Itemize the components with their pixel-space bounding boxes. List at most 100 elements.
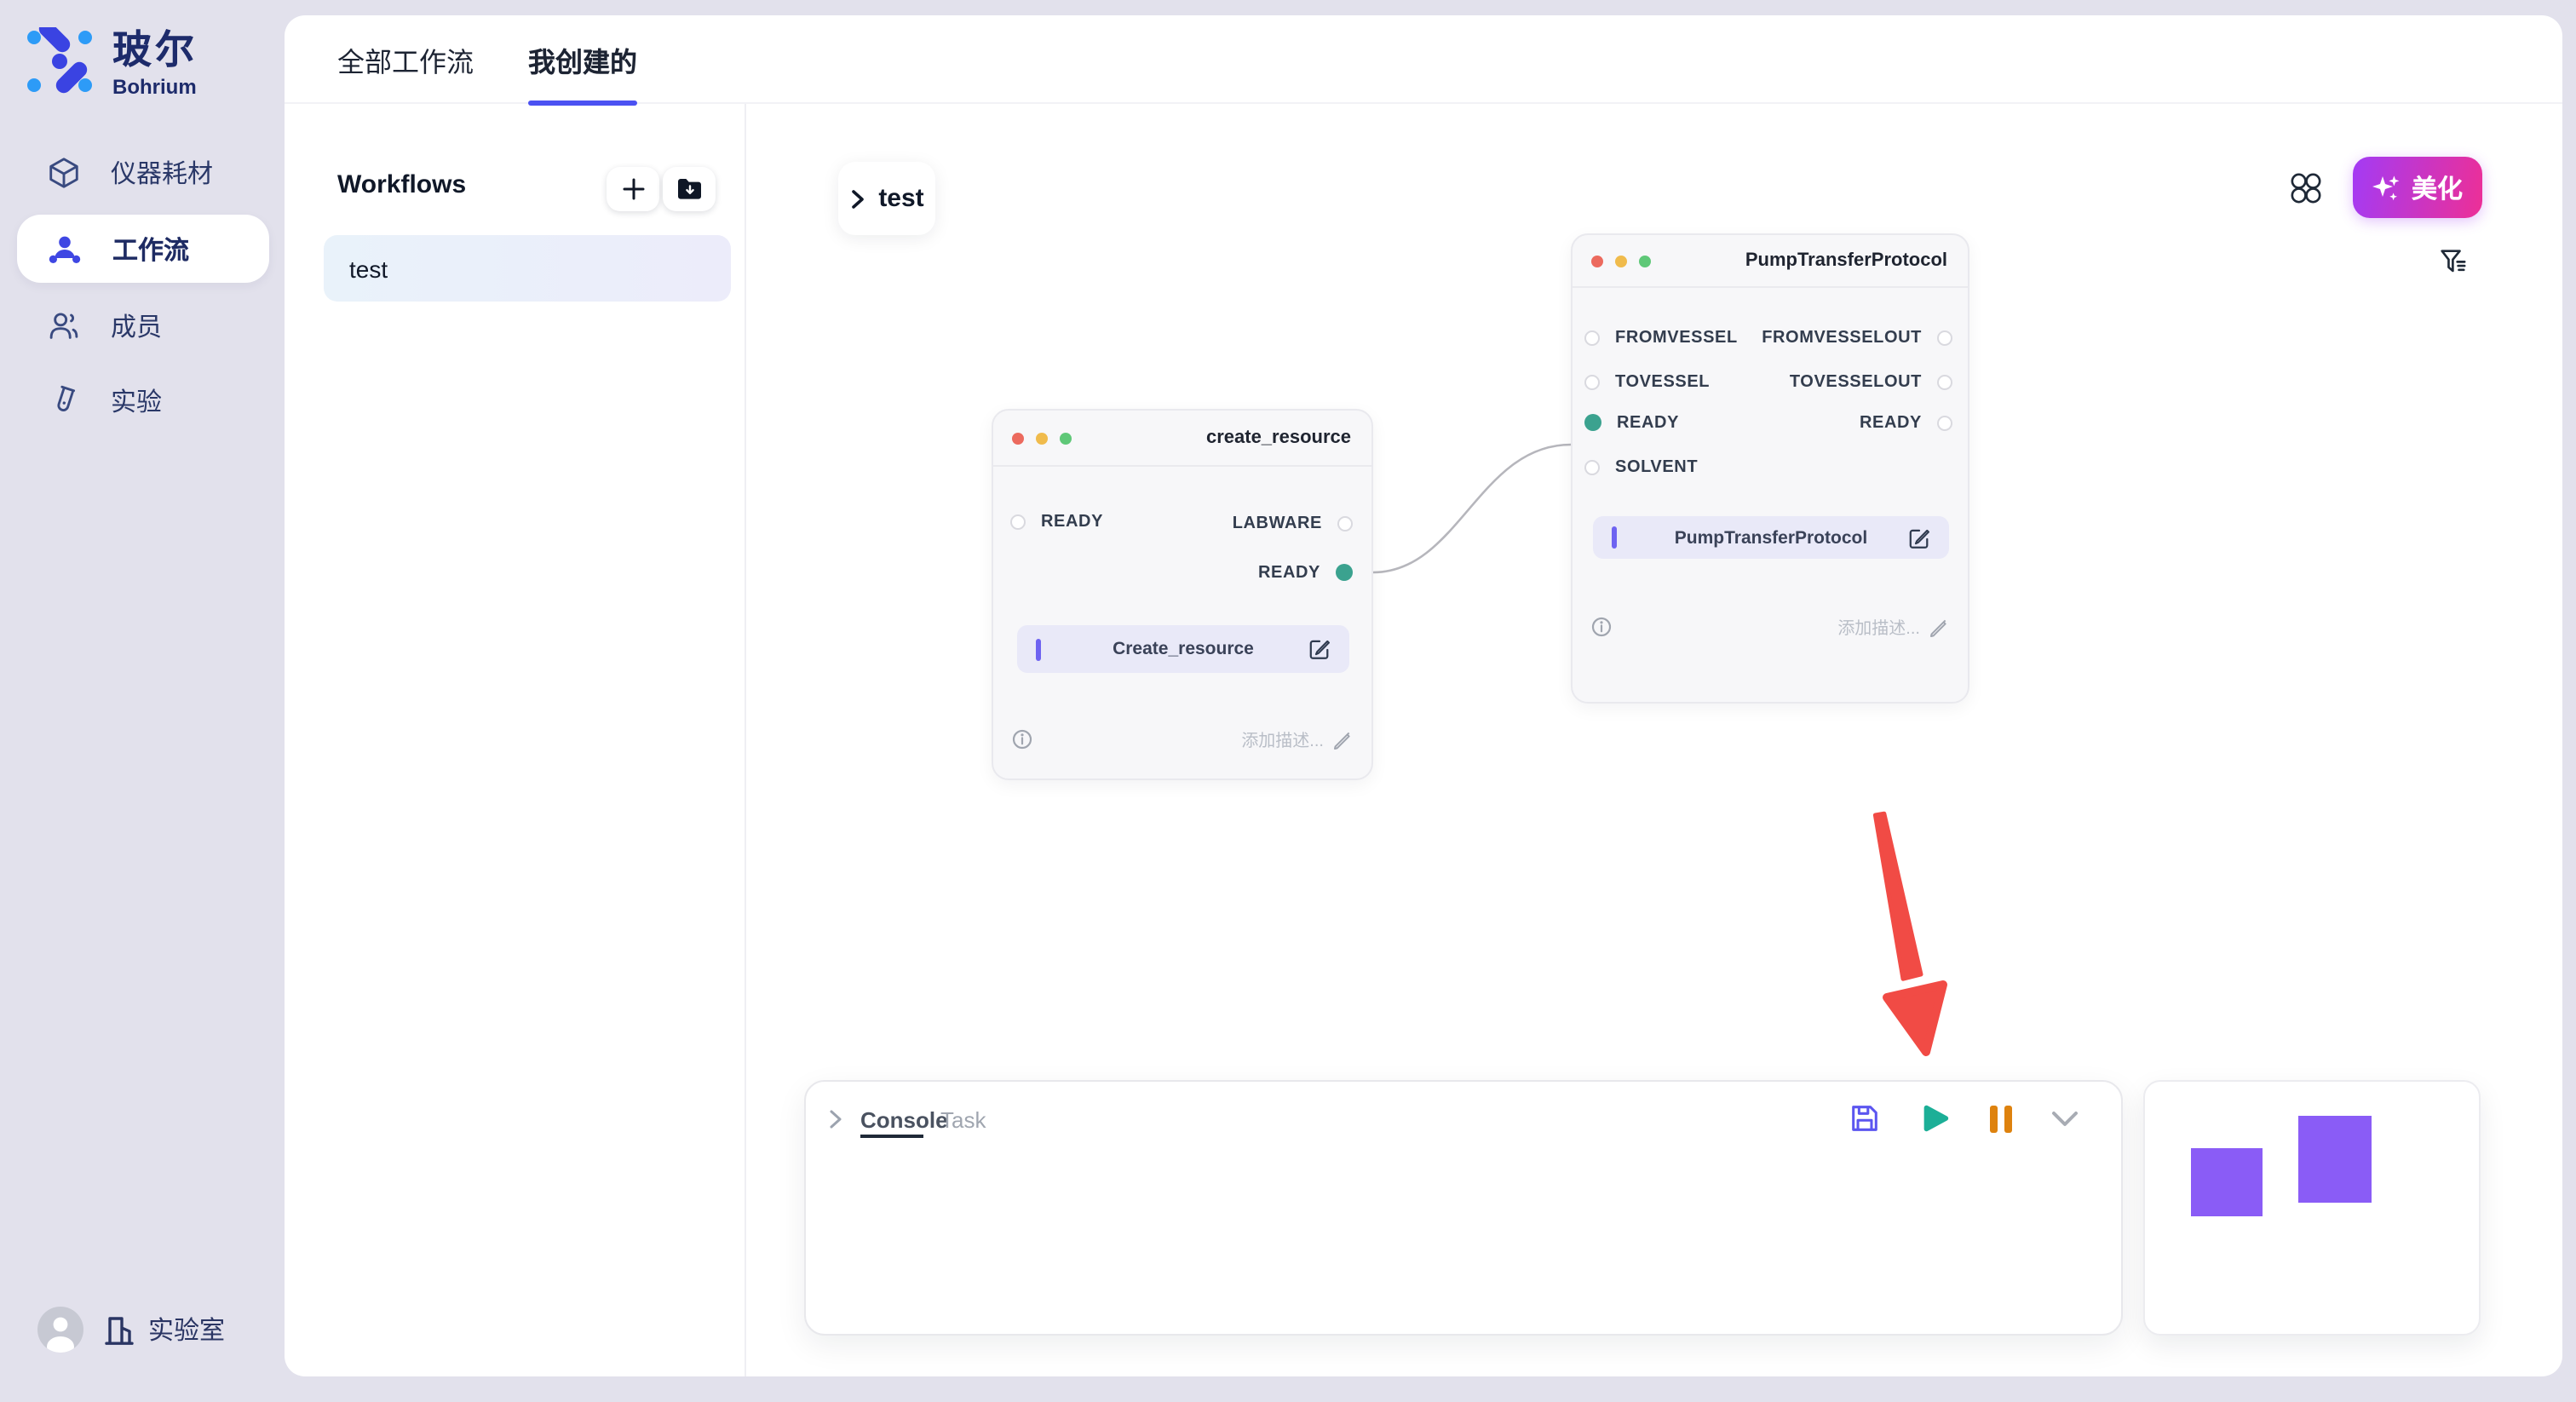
node-action-button[interactable]: PumpTransferProtocol bbox=[1593, 516, 1949, 559]
port-output-tovesselout[interactable]: TOVESSELOUT bbox=[1790, 371, 1952, 392]
edge-connection bbox=[1373, 445, 1571, 572]
description-placeholder[interactable]: 添加描述... bbox=[1837, 613, 1949, 639]
chevron-down-icon bbox=[2051, 1110, 2079, 1127]
filter-button[interactable] bbox=[2438, 247, 2467, 276]
expand-chevron-icon[interactable] bbox=[828, 1109, 843, 1129]
info-icon[interactable] bbox=[1591, 616, 1612, 636]
minimap-node bbox=[2298, 1116, 2372, 1203]
port-input-tovessel[interactable]: TOVESSEL bbox=[1584, 371, 1710, 392]
play-icon bbox=[1918, 1102, 1951, 1135]
pause-button[interactable] bbox=[1988, 1103, 2014, 1134]
workflow-tabbar: 全部工作流 我创建的 bbox=[285, 15, 2562, 104]
node-header[interactable]: PumpTransferProtocol bbox=[1573, 235, 1968, 288]
port-dot[interactable] bbox=[1937, 330, 1952, 345]
panel-divider bbox=[745, 104, 746, 1376]
collapse-button[interactable] bbox=[2051, 1110, 2079, 1127]
beautify-button[interactable]: 美化 bbox=[2353, 157, 2482, 218]
traffic-green bbox=[1639, 256, 1651, 267]
node-pump-transfer-protocol[interactable]: PumpTransferProtocol FROMVESSEL TOVESSEL… bbox=[1571, 233, 1969, 704]
description-placeholder[interactable]: 添加描述... bbox=[1241, 726, 1353, 751]
port-input-fromvessel[interactable]: FROMVESSEL bbox=[1584, 327, 1738, 348]
traffic-yellow bbox=[1036, 433, 1048, 445]
app-window: 玻尔 Bohrium 仪器耗材 工作流 bbox=[0, 0, 2576, 1402]
test-tube-icon bbox=[46, 382, 82, 418]
task-tab[interactable]: Task bbox=[940, 1107, 986, 1133]
node-footer: 添加描述... bbox=[1591, 613, 1949, 639]
node-footer: 添加描述... bbox=[1012, 726, 1353, 751]
pencil-icon bbox=[1332, 728, 1353, 749]
console-tab[interactable]: Console bbox=[860, 1107, 948, 1133]
sidebar-item-experiments[interactable]: 实验 bbox=[0, 366, 286, 434]
sparkles-icon bbox=[2372, 173, 2401, 202]
import-folder-button[interactable] bbox=[663, 167, 716, 211]
breadcrumb-chip[interactable]: test bbox=[838, 162, 935, 235]
person-icon bbox=[37, 1307, 83, 1353]
save-button[interactable] bbox=[1849, 1102, 1881, 1135]
port-input-ready[interactable]: READY bbox=[1584, 412, 1679, 433]
workflow-list-item[interactable]: test bbox=[324, 235, 731, 302]
port-dot[interactable] bbox=[1937, 415, 1952, 430]
port-output-fromvesselout[interactable]: FROMVESSELOUT bbox=[1762, 327, 1952, 348]
pencil-icon bbox=[1929, 616, 1949, 636]
traffic-red bbox=[1591, 256, 1603, 267]
sidebar-item-workflow[interactable]: 工作流 bbox=[17, 215, 269, 283]
port-dot[interactable] bbox=[1937, 374, 1952, 389]
sidebar-item-label: 仪器耗材 bbox=[111, 154, 213, 190]
node-header[interactable]: create_resource bbox=[993, 411, 1371, 467]
edit-icon[interactable] bbox=[1908, 526, 1930, 549]
bohrium-logo-icon bbox=[26, 27, 94, 95]
traffic-lights bbox=[1591, 256, 1651, 267]
port-output-ready[interactable]: READY bbox=[1860, 412, 1952, 433]
port-output-labware[interactable]: LABWARE bbox=[1233, 513, 1353, 533]
sidebar-item-label: 成员 bbox=[111, 307, 162, 343]
lab-label: 实验室 bbox=[148, 1312, 225, 1347]
node-create-resource[interactable]: create_resource READY LABWARE READY Crea… bbox=[992, 409, 1373, 780]
port-input-ready[interactable]: READY bbox=[1010, 511, 1103, 531]
info-icon[interactable] bbox=[1012, 728, 1032, 749]
command-icon bbox=[2290, 172, 2322, 204]
traffic-red bbox=[1012, 433, 1024, 445]
annotation-arrow bbox=[1875, 813, 1943, 1052]
plus-icon bbox=[621, 177, 645, 201]
chevron-right-icon bbox=[849, 188, 865, 209]
minimap-node bbox=[2191, 1148, 2263, 1216]
action-accent-bar bbox=[1612, 526, 1616, 549]
traffic-yellow bbox=[1615, 256, 1627, 267]
beautify-label: 美化 bbox=[2412, 170, 2463, 205]
sidebar-item-instruments[interactable]: 仪器耗材 bbox=[0, 138, 286, 206]
sidebar-item-members[interactable]: 成员 bbox=[0, 291, 286, 359]
workflow-icon bbox=[46, 231, 83, 267]
sidebar-item-label: 实验 bbox=[111, 382, 162, 418]
node-title: create_resource bbox=[1206, 411, 1351, 467]
node-title: PumpTransferProtocol bbox=[1745, 235, 1947, 288]
breadcrumb-label: test bbox=[878, 184, 923, 213]
minimap[interactable] bbox=[2143, 1080, 2481, 1336]
port-input-solvent[interactable]: SOLVENT bbox=[1584, 457, 1698, 477]
node-action-button[interactable]: Create_resource bbox=[1017, 625, 1349, 673]
port-dot[interactable] bbox=[1337, 515, 1353, 531]
console-tab-indicator bbox=[860, 1135, 923, 1138]
port-dot[interactable] bbox=[1584, 374, 1600, 389]
port-output-ready[interactable]: READY bbox=[1258, 562, 1353, 583]
building-icon bbox=[102, 1313, 136, 1347]
layout-command-button[interactable] bbox=[2290, 172, 2322, 204]
brand-name-cn: 玻尔 bbox=[112, 27, 198, 72]
add-workflow-button[interactable] bbox=[607, 167, 659, 211]
port-dot[interactable] bbox=[1584, 459, 1600, 474]
port-dot[interactable] bbox=[1584, 330, 1600, 345]
active-tab-indicator bbox=[528, 101, 637, 106]
port-dot[interactable] bbox=[1010, 514, 1026, 529]
pause-icon bbox=[1988, 1103, 2014, 1134]
filter-funnel-icon bbox=[2438, 247, 2467, 276]
cube-icon bbox=[46, 154, 82, 190]
run-button[interactable] bbox=[1918, 1102, 1951, 1135]
port-dot-connected[interactable] bbox=[1336, 564, 1353, 581]
lab-selector[interactable]: 实验室 bbox=[102, 1312, 225, 1347]
traffic-lights bbox=[1012, 433, 1072, 445]
user-avatar[interactable] bbox=[37, 1307, 83, 1353]
tab-all-workflows[interactable]: 全部工作流 bbox=[337, 15, 474, 104]
sidebar: 玻尔 Bohrium 仪器耗材 工作流 bbox=[0, 0, 286, 1402]
tab-my-created[interactable]: 我创建的 bbox=[528, 15, 637, 104]
port-dot-connected[interactable] bbox=[1584, 414, 1601, 431]
edit-icon[interactable] bbox=[1308, 638, 1331, 660]
